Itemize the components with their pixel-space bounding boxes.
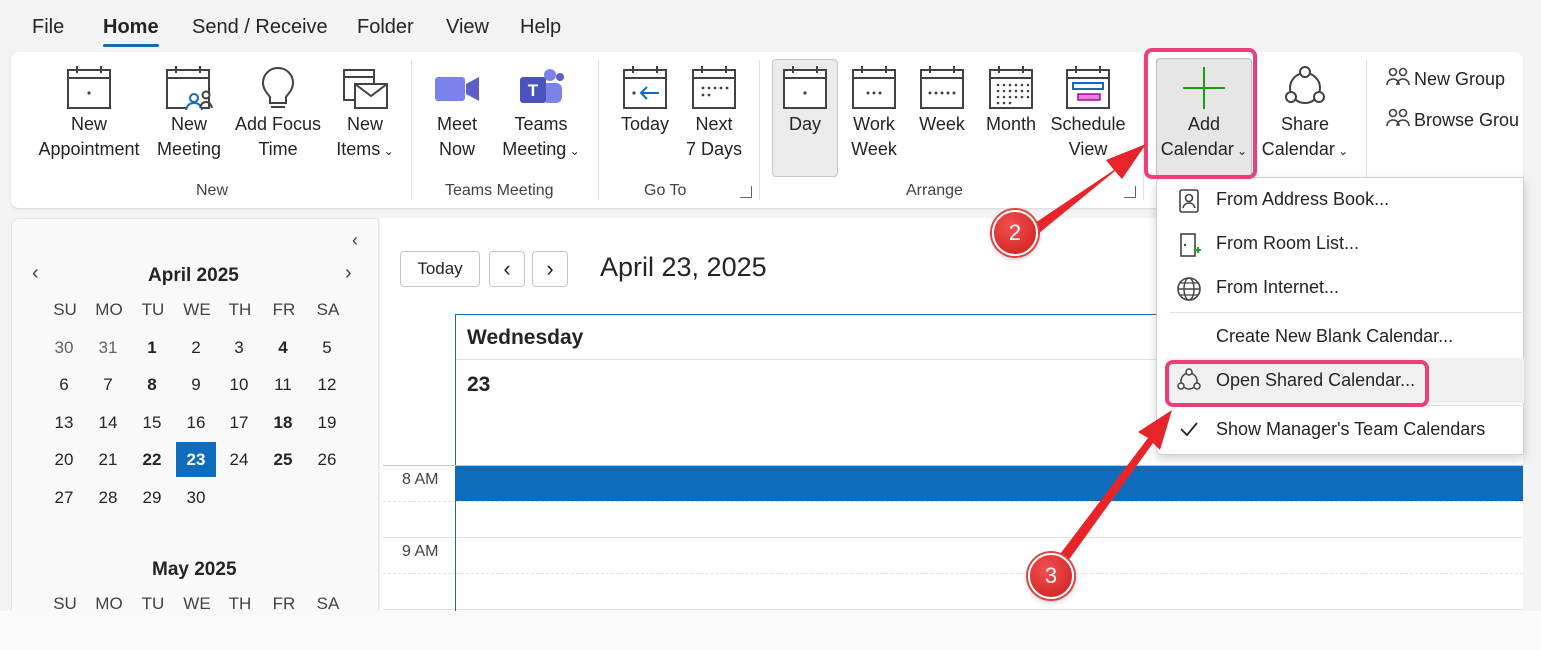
step-3-badge: 3 xyxy=(1028,553,1074,599)
step-2-badge: 2 xyxy=(992,210,1038,256)
arrow-to-open-shared-calendar xyxy=(1051,410,1172,572)
arrow-to-add-calendar xyxy=(1026,144,1146,238)
annotation-arrows xyxy=(1026,144,1172,572)
